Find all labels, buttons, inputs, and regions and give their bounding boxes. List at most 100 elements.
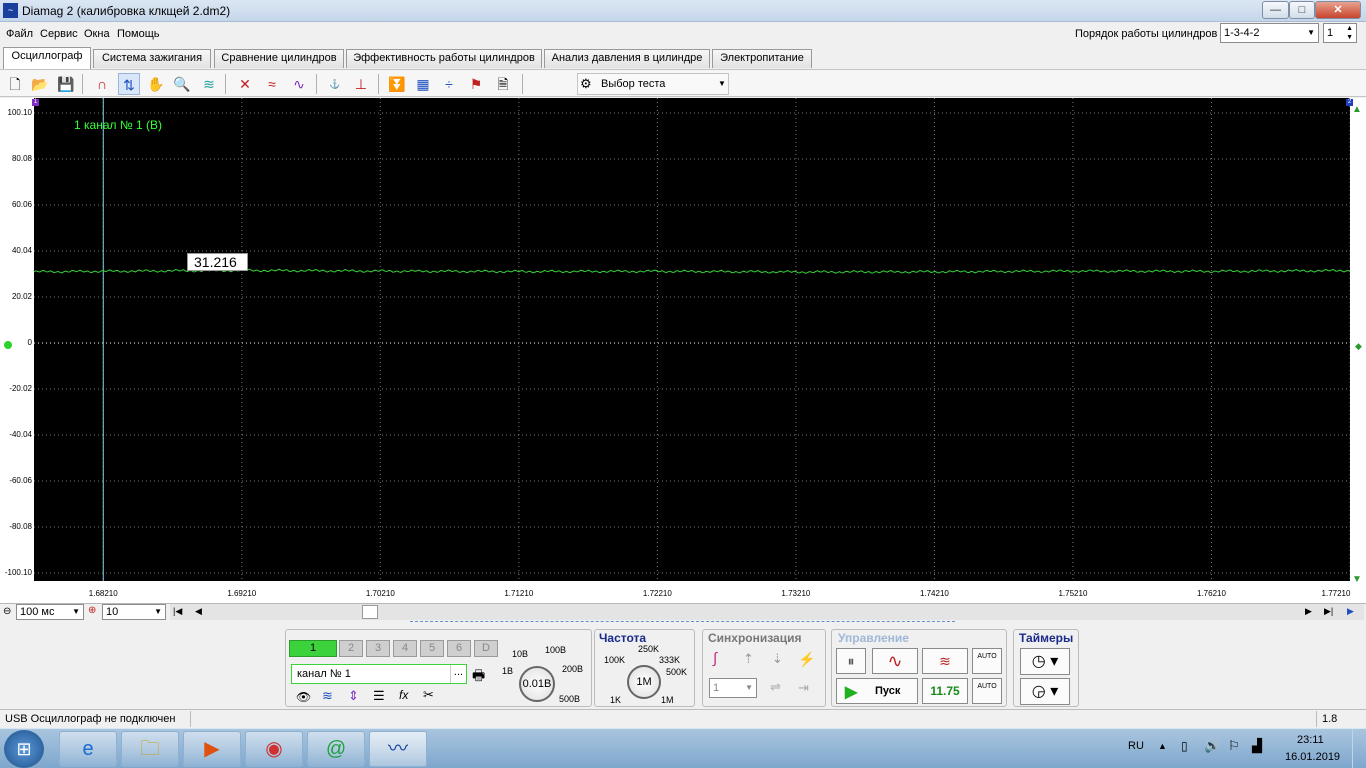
menu-service[interactable]: Сервис bbox=[40, 28, 78, 40]
compress-icon[interactable]: ✕ bbox=[234, 73, 256, 95]
save-icon[interactable]: 💾 bbox=[55, 73, 77, 95]
sync-shift-icon[interactable]: ⇌ bbox=[770, 679, 781, 695]
overlay-waves-icon[interactable]: ∿ bbox=[288, 73, 310, 95]
scroll-start-icon[interactable]: |◀ bbox=[173, 606, 182, 617]
diamag-task-icon[interactable]: 〰 bbox=[369, 731, 427, 767]
channel-d-button[interactable]: D bbox=[474, 640, 498, 657]
channel-settings-icon[interactable]: 🖶 bbox=[472, 665, 485, 689]
zero-level-icon[interactable]: ⊥ bbox=[350, 73, 372, 95]
timer-start-button[interactable]: ◷ ▾ bbox=[1020, 648, 1070, 675]
channel-5-button[interactable]: 5 bbox=[420, 640, 444, 657]
tools-icon[interactable]: ✂ bbox=[423, 687, 434, 703]
play-scroll-icon[interactable]: ▶ bbox=[1347, 606, 1354, 617]
clock-time[interactable]: 23:11 bbox=[1297, 734, 1324, 746]
sync-down-icon[interactable]: ⇣ bbox=[772, 651, 783, 667]
sync-rising-edge-icon[interactable]: ∫ bbox=[713, 650, 717, 667]
plot-canvas[interactable]: 1 канал № 1 (В) bbox=[33, 98, 1351, 581]
media-player-icon[interactable]: ▶ bbox=[183, 731, 241, 767]
cylinder-order-select[interactable]: 1-3-4-2 ▼ bbox=[1220, 23, 1319, 43]
sync-channel-select[interactable]: 1 ▼ bbox=[709, 678, 757, 698]
tab-oscilloscope[interactable]: Осциллограф bbox=[3, 47, 91, 69]
channel-3-button[interactable]: 3 bbox=[366, 640, 390, 657]
open-folder-icon[interactable]: 📂 bbox=[29, 73, 51, 95]
clock-date[interactable]: 16.01.2019 bbox=[1285, 751, 1340, 763]
channel-1-button[interactable]: 1 bbox=[289, 640, 337, 657]
tab-ignition[interactable]: Система зажигания bbox=[93, 49, 211, 68]
sine-wave-button[interactable]: ∿ bbox=[872, 648, 918, 674]
channel-6-button[interactable]: 6 bbox=[447, 640, 471, 657]
lines-icon[interactable]: ☰ bbox=[373, 688, 385, 704]
voltage-knob[interactable]: 0.01В bbox=[519, 666, 555, 702]
battery-icon[interactable]: ▯ bbox=[1181, 739, 1188, 753]
show-desktop-button[interactable] bbox=[1352, 729, 1366, 768]
waves-icon[interactable]: ≈ bbox=[261, 73, 283, 95]
start-button[interactable]: ▶ Пуск bbox=[836, 678, 918, 704]
sync-auto-icon[interactable]: ⚡ bbox=[798, 651, 815, 668]
scroll-thumb[interactable] bbox=[362, 605, 378, 619]
tray-expand-icon[interactable]: ▲ bbox=[1158, 741, 1167, 751]
language-indicator[interactable]: RU bbox=[1128, 740, 1144, 752]
sync-compress-icon[interactable]: ⇥ bbox=[798, 680, 809, 696]
minimize-button[interactable]: — bbox=[1262, 1, 1289, 19]
channel-name-browse[interactable]: ... bbox=[450, 665, 466, 683]
close-button[interactable]: ✕ bbox=[1315, 1, 1361, 19]
auto-button-top[interactable]: AUTO bbox=[972, 648, 1002, 674]
zero-level-marker-left[interactable] bbox=[4, 341, 12, 349]
split-icon[interactable]: ÷ bbox=[438, 73, 460, 95]
start-orb-icon[interactable]: ⊞ bbox=[4, 730, 44, 768]
tab-cylinder-efficiency[interactable]: Эффективность работы цилиндров bbox=[346, 49, 542, 68]
scroll-up-icon[interactable]: ▲ bbox=[1352, 104, 1364, 116]
auto-button-bottom[interactable]: AUTO bbox=[972, 678, 1002, 704]
new-file-icon[interactable]: 🗋 bbox=[4, 73, 26, 95]
volume-icon[interactable]: 🔊 bbox=[1204, 738, 1220, 754]
zoom-in-icon[interactable]: ⊕ bbox=[88, 605, 96, 616]
points-select[interactable]: 10 ▼ bbox=[102, 604, 166, 620]
eye-icon[interactable]: 👁 bbox=[296, 690, 311, 704]
cursor-tool-icon[interactable]: ⇅ bbox=[118, 73, 140, 95]
tab-pressure-analysis[interactable]: Анализ давления в цилиндре bbox=[544, 49, 710, 68]
zero-level-marker-right[interactable]: ◆ bbox=[1355, 341, 1362, 352]
scroll-right-icon[interactable]: ▶ bbox=[1305, 606, 1312, 617]
report-icon[interactable]: 🗎 bbox=[492, 73, 514, 95]
ie-icon[interactable]: e bbox=[59, 731, 117, 767]
hand-pan-icon[interactable]: ✋ bbox=[145, 73, 167, 95]
invert-icon[interactable]: ≋ bbox=[322, 688, 333, 704]
maximize-button[interactable]: □ bbox=[1289, 1, 1315, 19]
fit-signal-icon[interactable]: ≋ bbox=[198, 73, 220, 95]
grid-icon[interactable]: ▦ bbox=[412, 73, 434, 95]
scroll-end-icon[interactable]: ▶| bbox=[1324, 606, 1333, 617]
mail-at-icon[interactable]: @ bbox=[307, 731, 365, 767]
menu-windows[interactable]: Окна bbox=[84, 28, 110, 40]
menu-file[interactable]: Файл bbox=[6, 28, 33, 40]
frequency-knob[interactable]: 1M bbox=[627, 665, 661, 699]
menu-help[interactable]: Помощь bbox=[117, 28, 160, 40]
horizontal-scrollbar[interactable]: |◀ ◀ ▶ ▶| ▶ bbox=[170, 604, 1364, 620]
magnet-icon[interactable]: ∩ bbox=[91, 73, 113, 95]
sync-up-icon[interactable]: ⇡ bbox=[743, 651, 754, 667]
scroll-left-icon[interactable]: ◀ bbox=[195, 606, 202, 617]
tab-power[interactable]: Электропитание bbox=[712, 49, 812, 68]
cylinder-count-spinner[interactable]: 1 ▲ ▼ bbox=[1323, 23, 1357, 43]
zoom-icon[interactable]: 🔍 bbox=[171, 73, 193, 95]
timer-stop-button[interactable]: ◶ ▾ bbox=[1020, 678, 1070, 705]
function-icon[interactable]: fx bbox=[399, 688, 408, 702]
chrome-icon[interactable]: ◉ bbox=[245, 731, 303, 767]
zoom-out-icon[interactable]: ⊖ bbox=[3, 606, 11, 617]
channel-name-field[interactable]: канал № 1 ... bbox=[291, 664, 467, 684]
filter-icon[interactable]: ⏬ bbox=[386, 73, 408, 95]
channel-2-button[interactable]: 2 bbox=[339, 640, 363, 657]
noise-wave-button[interactable]: ≋ bbox=[922, 648, 968, 674]
tab-cylinder-compare[interactable]: Сравнение цилиндров bbox=[214, 49, 344, 68]
network-signal-icon[interactable]: ▟ bbox=[1252, 738, 1262, 754]
vertical-shift-icon[interactable]: ⇕ bbox=[348, 688, 359, 704]
pause-button[interactable]: ⏸ bbox=[836, 648, 866, 674]
channel-4-button[interactable]: 4 bbox=[393, 640, 417, 657]
timebase-select[interactable]: 100 мс ▼ bbox=[16, 604, 84, 620]
auto-scale-icon[interactable]: ⚓ bbox=[324, 73, 346, 95]
explorer-icon[interactable]: 🗀 bbox=[121, 731, 179, 767]
test-select-dropdown[interactable]: ⚙ Выбор теста ▼ bbox=[577, 73, 729, 95]
scroll-down-icon[interactable]: ▼ bbox=[1352, 574, 1364, 586]
action-center-flag-icon[interactable]: ⚐ bbox=[1228, 738, 1240, 754]
cursor-marker-left[interactable]: 1 bbox=[32, 99, 39, 106]
flag-icon[interactable]: ⚑ bbox=[465, 73, 487, 95]
